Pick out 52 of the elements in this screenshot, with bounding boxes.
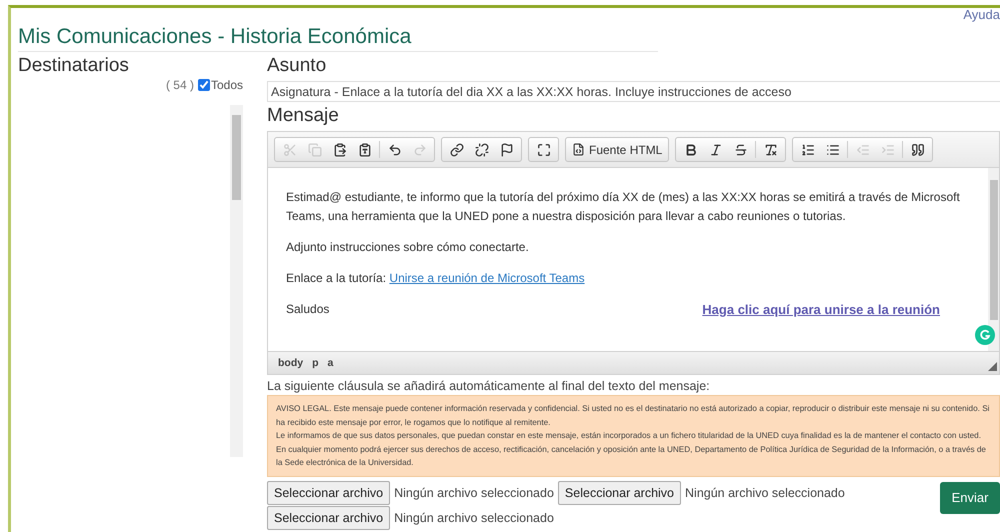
undo-icon bbox=[388, 142, 402, 156]
select-all-checkbox[interactable] bbox=[198, 79, 210, 91]
redo-icon bbox=[412, 142, 426, 156]
message-paragraph: Enlace a la tutoría: bbox=[286, 271, 386, 285]
message-paragraph: Adjunto instrucciones sobre cómo conectarte. bbox=[286, 239, 530, 256]
flag-icon bbox=[500, 142, 514, 156]
indent-icon bbox=[880, 142, 895, 156]
cut-icon bbox=[282, 142, 296, 156]
subject-heading: Asunto bbox=[267, 54, 328, 77]
italic-icon bbox=[708, 142, 723, 156]
paste-icon bbox=[332, 142, 346, 156]
choose-file-button[interactable]: Seleccionar archivo bbox=[267, 480, 390, 504]
path-item[interactable]: body bbox=[278, 357, 304, 369]
source-button[interactable]: Fuente HTML bbox=[568, 138, 666, 161]
list-scrollbar[interactable] bbox=[230, 105, 243, 457]
outdent-icon bbox=[856, 142, 870, 156]
clause-note: La siguiente cláusula se añadirá automáticamente al final del texto del mensaje: bbox=[267, 379, 711, 393]
legal-paragraph: AVISO LEGAL. Este mensaje puede contener información reservada y confidencial. Si usted no es el destinatario no está autorizado a copiar, reproducir o distribuir este mensaje ni su contenido. Si ha recibido este mensaje por error, le rogamos que lo notifique al remitente. bbox=[276, 403, 990, 429]
select-all-label: Todos bbox=[210, 78, 243, 92]
choose-file-button[interactable]: Seleccionar archivo bbox=[558, 480, 682, 504]
link-icon bbox=[450, 142, 464, 156]
bulleted-list-icon bbox=[826, 142, 840, 156]
numbered-list-icon bbox=[800, 142, 815, 156]
recipients-heading: Destinatarios bbox=[18, 54, 130, 77]
bold-icon bbox=[684, 142, 698, 156]
message-heading: Mensaje bbox=[267, 104, 340, 127]
resize-handle-icon[interactable] bbox=[988, 362, 997, 371]
unlink-icon bbox=[474, 142, 488, 156]
editor-scrollbar[interactable] bbox=[988, 168, 999, 351]
clear-format-icon bbox=[764, 142, 778, 156]
page-title: Mis Comunicaciones - Historia Económica bbox=[18, 8, 658, 52]
maximize-icon bbox=[536, 142, 550, 156]
strikethrough-icon bbox=[734, 142, 748, 156]
recipient-count: ( 54 ) bbox=[166, 78, 194, 92]
help-link[interactable]: Ayuda bbox=[963, 8, 1000, 22]
quote-icon bbox=[910, 142, 925, 156]
legal-paragraph: Le informamos de que sus datos personales, que puedan constar en este mensaje, están incorporados a un fichero titularidad de la UNED cuya finalidad es la de mantener el contacto con usted. En cualquier momento podrá ejercer sus derechos de acceso, rectificación, cancelación y oposición ante la UNED, Departamento de Política Jurídica de Seguridad de la Información, o a través de la Sede electrónica de la Universidad. bbox=[276, 430, 987, 469]
file-status: Ningún archivo seleccionado bbox=[684, 484, 846, 502]
file-status: Ningún archivo seleccionado bbox=[393, 484, 555, 502]
copy-icon bbox=[308, 142, 322, 156]
choose-file-button[interactable]: Seleccionar archivo bbox=[267, 506, 390, 530]
subject-field[interactable]: Asignatura - Enlace a la tutoría del dia XX a las XX:XX horas. Incluye instrucciones de acceso bbox=[267, 81, 1000, 102]
join-meeting-link[interactable]: Haga clic aquí para unirse a la reunión bbox=[702, 300, 940, 319]
path-item[interactable]: a bbox=[328, 357, 334, 369]
message-paragraph: Saludos bbox=[286, 301, 330, 318]
path-item[interactable]: p bbox=[312, 357, 319, 369]
code-file-icon bbox=[572, 143, 585, 156]
file-status: Ningún archivo seleccionado bbox=[393, 510, 555, 527]
send-button[interactable]: Enviar bbox=[940, 482, 1000, 514]
teams-link[interactable]: Unirse a reunión de Microsoft Teams bbox=[389, 271, 585, 285]
message-paragraph: Estimad@ estudiante, te informo que la tutoría del próximo día XX de (mes) a las XX:XX horas se emitirá a través de Microsoft Teams, una herramienta que la UNED pone a nuestra disposición para llevar a cabo reuniones o tutorias. bbox=[286, 189, 961, 225]
paste-text-icon bbox=[358, 142, 372, 156]
